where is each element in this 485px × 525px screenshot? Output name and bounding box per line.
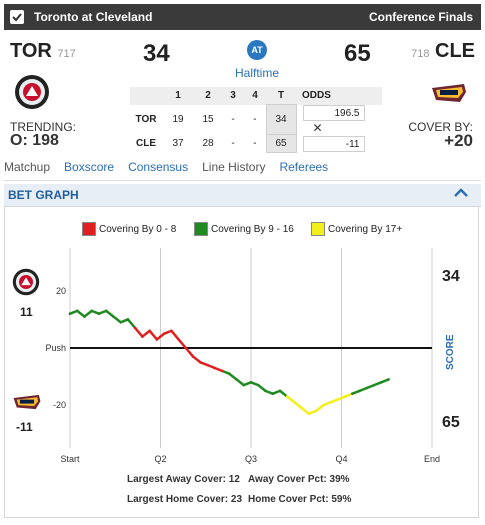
data-point (293, 400, 296, 404)
data-point (372, 383, 376, 387)
series-segment (83, 309, 93, 318)
data-point (300, 406, 303, 410)
data-point (343, 395, 347, 398)
largest-away-cover-label: Largest Away Cover: (127, 474, 226, 485)
bet-graph-chart: Start Q2 Q3 Q4 End 20 Push -20 (45, 248, 440, 464)
series-segment (314, 403, 325, 413)
data-point (97, 312, 101, 316)
data-point (148, 329, 151, 333)
data-point (170, 329, 173, 333)
data-point (329, 400, 332, 404)
data-point (213, 366, 217, 370)
series-segment (184, 346, 195, 358)
data-point (90, 309, 94, 313)
y-tick-label: 20 (56, 286, 66, 296)
series-segment (191, 355, 202, 364)
data-point (191, 355, 195, 358)
series-segment (278, 389, 289, 398)
largest-away-cover-value: 12 (228, 474, 240, 485)
data-point (307, 412, 311, 416)
largest-away-cover: Largest Away Cover: 12 (127, 474, 240, 485)
away-cover-pct-value: 39% (329, 474, 350, 485)
x-tick-label: End (424, 454, 440, 464)
data-point (220, 369, 224, 373)
y-tick-label: -20 (53, 400, 66, 410)
data-point (104, 309, 108, 313)
data-point (380, 380, 383, 384)
data-point (206, 363, 209, 367)
x-tick-label: Q3 (245, 454, 257, 464)
series-segment (133, 326, 144, 338)
home-cover-pct-label: Home Cover Pct: (248, 494, 329, 505)
data-point (358, 389, 361, 393)
data-point (83, 315, 86, 318)
series-segment (170, 329, 180, 341)
series-segment (285, 395, 296, 404)
x-tick-label: Q4 (335, 454, 347, 464)
data-point (264, 389, 267, 393)
data-point (75, 309, 79, 313)
series-segment (126, 318, 137, 330)
data-point (68, 312, 72, 316)
data-point (126, 318, 130, 321)
data-point (314, 409, 318, 413)
data-point (278, 389, 282, 393)
data-point (285, 395, 289, 398)
series-segment (112, 315, 122, 324)
x-tick-label: Start (60, 454, 80, 464)
series-segment (293, 401, 303, 410)
series-segment (300, 406, 311, 415)
data-point (387, 378, 390, 381)
data-point (256, 383, 260, 387)
data-point (235, 378, 238, 381)
data-point (133, 326, 137, 330)
series-segment (141, 329, 151, 338)
data-point (271, 392, 275, 396)
data-point (351, 392, 354, 396)
series-segment (235, 378, 246, 387)
series-segment (256, 383, 267, 393)
data-point (336, 398, 340, 401)
data-point (242, 383, 246, 387)
data-point (155, 338, 159, 341)
series-segment (228, 372, 238, 381)
home-cover-pct-value: 59% (331, 494, 352, 505)
home-cover-pct: Home Cover Pct: 59% (248, 494, 351, 505)
data-point (249, 380, 253, 384)
data-point (162, 332, 166, 336)
data-point (322, 403, 325, 407)
data-point (112, 315, 115, 318)
y-tick-label: Push (45, 343, 66, 353)
largest-home-cover-label: Largest Home Cover: (127, 494, 229, 505)
series-segment (75, 309, 86, 318)
away-cover-pct: Away Cover Pct: 39% (248, 474, 350, 485)
data-point (177, 338, 180, 341)
data-point (199, 360, 202, 364)
x-tick-label: Q2 (154, 454, 166, 464)
data-point (119, 320, 122, 324)
away-cover-pct-label: Away Cover Pct: (248, 474, 327, 485)
data-point (141, 335, 144, 338)
data-point (184, 346, 188, 350)
series-segment (177, 338, 188, 350)
largest-home-cover: Largest Home Cover: 23 (127, 494, 242, 505)
data-point (227, 372, 231, 376)
series-segment (104, 309, 115, 318)
series-segment (148, 329, 159, 341)
largest-home-cover-value: 23 (230, 494, 243, 505)
data-point (365, 386, 369, 390)
